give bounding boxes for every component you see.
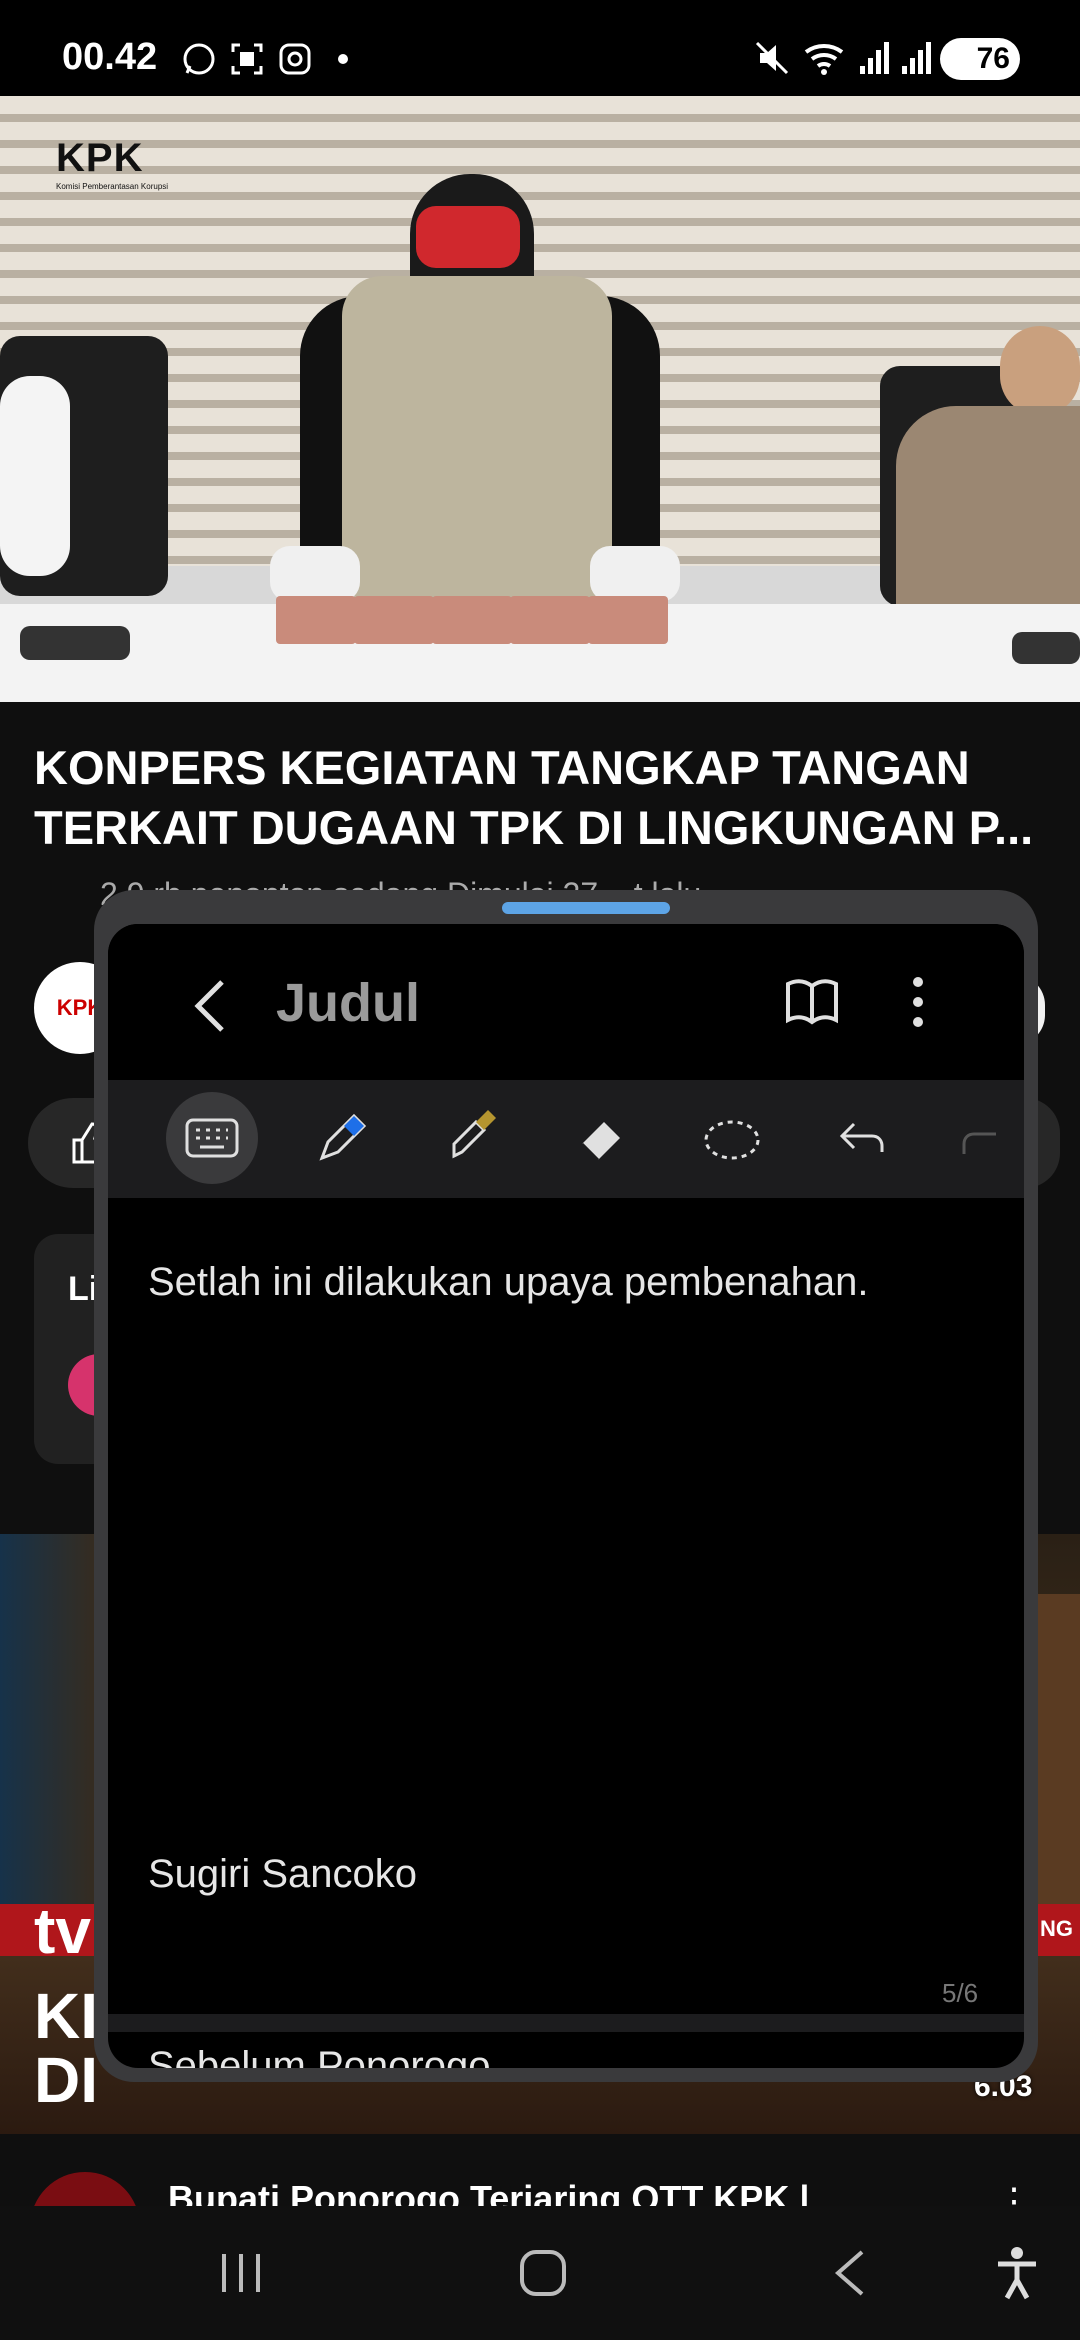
wifi-icon: [804, 44, 844, 75]
battery-icon: 76: [940, 38, 1020, 80]
video-player[interactable]: KPK Komisi Pemberantasan Korupsi: [0, 96, 1080, 702]
drawing-toolbar: [108, 1080, 1024, 1198]
undo-icon: [839, 1122, 884, 1152]
kpk-logo-subtitle: Komisi Pemberantasan Korupsi: [56, 182, 169, 191]
note-body-text[interactable]: Setlah ini dilakukan upaya pembenahan.: [148, 1260, 869, 1305]
eraser-tool-button[interactable]: [556, 1092, 648, 1184]
redo-icon: [962, 1132, 996, 1154]
whatsapp-icon: [183, 43, 215, 75]
redo-button[interactable]: [946, 1092, 1006, 1184]
thumbnail-brand: tv: [34, 1895, 91, 1967]
video-title-line1: KONPERS KEGIATAN TANGKAP TANGAN: [34, 741, 970, 794]
mute-icon: [755, 41, 789, 75]
thumbnail-headline-line2: DI: [34, 2044, 98, 2116]
thumbnail-headline: KI DI: [34, 1984, 98, 2112]
money-stack: [432, 596, 512, 644]
navigation-bar: [0, 2206, 1080, 2340]
glove-right: [590, 546, 680, 602]
person-right-head: [1000, 326, 1080, 416]
recent-apps-icon[interactable]: [218, 2250, 264, 2296]
page-indicator: 5/6: [942, 1978, 979, 2008]
money-stack: [276, 596, 356, 644]
signal-icon: [902, 42, 931, 74]
battery-level: 76: [976, 42, 1010, 75]
note-signature-text[interactable]: Sugiri Sancoko: [148, 1852, 417, 1897]
note-title[interactable]: Judul: [276, 972, 420, 1034]
lasso-tool-button[interactable]: [686, 1092, 778, 1184]
keyboard-tool-button[interactable]: [166, 1092, 258, 1184]
lasso-icon: [704, 1120, 760, 1160]
status-time: 00.42: [62, 36, 158, 78]
page-divider: [108, 2014, 1024, 2032]
video-title-line2: TERKAIT DUGAAN TPK DI LINGKUNGAN P...: [34, 801, 1034, 854]
microphone-base: [1012, 632, 1080, 664]
video-title[interactable]: KONPERS KEGIATAN TANGKAP TANGAN TERKAIT …: [34, 738, 1044, 858]
person-right-body: [896, 406, 1080, 606]
accessibility-icon[interactable]: [994, 2246, 1040, 2300]
screenshot-icon: [231, 43, 263, 75]
microphone-base: [20, 626, 130, 660]
window-drag-handle[interactable]: [502, 902, 670, 914]
signal-icon: [860, 42, 889, 74]
notification-dot-icon: [338, 54, 348, 64]
instagram-icon: [279, 43, 311, 75]
note-header: Judul: [108, 924, 1024, 1080]
pen-tool-button[interactable]: [296, 1092, 388, 1184]
eraser-icon: [580, 1122, 620, 1162]
thumbnail-headline-line1: KI: [34, 1980, 98, 2052]
pen-icon: [319, 1113, 367, 1161]
keyboard-icon: [185, 1118, 239, 1158]
home-icon[interactable]: [518, 2248, 568, 2298]
money-stack: [354, 596, 434, 644]
money-stack: [510, 596, 590, 644]
back-arrow-icon[interactable]: [182, 976, 242, 1036]
money-stack: [588, 596, 668, 644]
glove-left: [270, 546, 360, 602]
status-bar: 00.42 76: [0, 0, 1080, 96]
next-page-text: Sebelum Ponorogo: [148, 2044, 491, 2068]
highlighter-tool-button[interactable]: [426, 1092, 518, 1184]
person-vest: [342, 276, 612, 606]
back-icon[interactable]: [830, 2248, 870, 2298]
kpk-logo: KPK: [56, 136, 144, 180]
red-cap: [416, 206, 520, 268]
undo-button[interactable]: [816, 1092, 908, 1184]
highlighter-icon: [452, 1110, 496, 1159]
person-left: [0, 376, 70, 576]
thumbnail-banner-text: NG: [1040, 1916, 1073, 1941]
note-editor[interactable]: Judul Setlah ini dilakukan upaya pembena…: [108, 924, 1024, 2068]
book-view-icon[interactable]: [784, 974, 840, 1030]
more-options-icon[interactable]: [898, 974, 938, 1030]
